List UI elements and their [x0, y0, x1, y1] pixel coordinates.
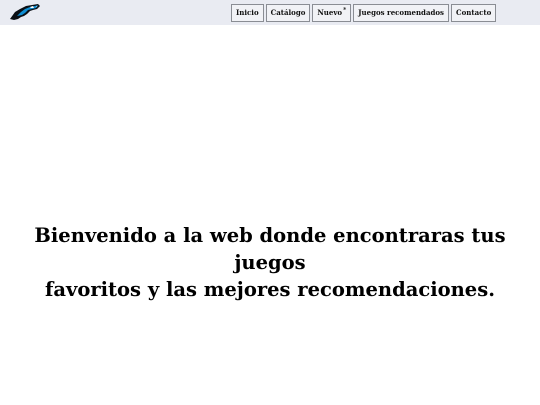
- nav-juegos-recomendados[interactable]: Juegos recomendados: [353, 4, 449, 22]
- new-badge: *: [343, 7, 347, 14]
- welcome-line-2: favoritos y las mejores recomendaciones.: [45, 278, 495, 301]
- nav-nuevo[interactable]: Nuevo*: [312, 4, 352, 22]
- welcome-heading: Bienvenido a la web donde encontraras tu…: [20, 222, 520, 303]
- nav-juegos-recomendados-label: Juegos recomendados: [358, 8, 444, 17]
- welcome-line-1: Bienvenido a la web donde encontraras tu…: [34, 224, 506, 274]
- top-navigation-bar: Inicio Catálogo Nuevo* Juegos recomendad…: [0, 0, 540, 25]
- main-nav: Inicio Catálogo Nuevo* Juegos recomendad…: [231, 4, 497, 22]
- nav-catalogo[interactable]: Catálogo: [265, 4, 311, 22]
- nav-contacto-label: Contacto: [456, 8, 492, 17]
- nav-catalogo-label: Catálogo: [270, 8, 306, 17]
- nav-inicio[interactable]: Inicio: [231, 4, 264, 22]
- nav-contacto[interactable]: Contacto: [451, 4, 497, 22]
- nav-inicio-label: Inicio: [236, 8, 259, 17]
- nav-nuevo-label: Nuevo: [317, 8, 343, 17]
- panther-logo-icon[interactable]: [9, 3, 41, 22]
